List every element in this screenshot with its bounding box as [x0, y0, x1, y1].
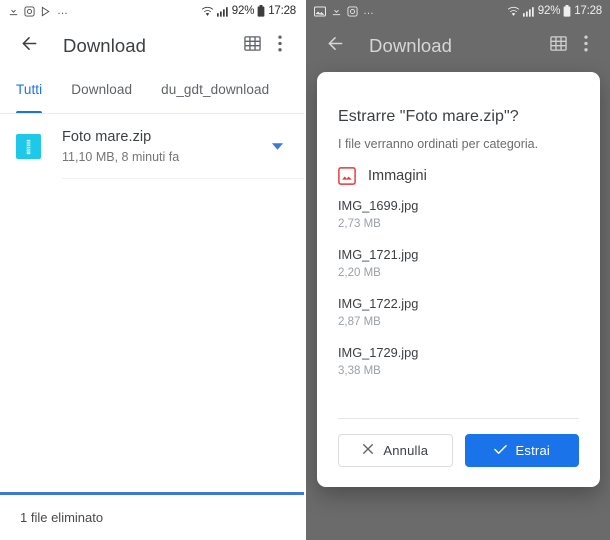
bottom-status-area: 1 file eliminato	[0, 492, 304, 540]
wifi-icon	[507, 6, 520, 17]
page-title: Download	[63, 35, 147, 56]
list-item: IMG_1722.jpg 2,87 MB	[338, 295, 579, 330]
clock-label: 17:28	[268, 5, 296, 17]
overflow-menu-button[interactable]	[268, 30, 292, 62]
status-overflow-dots: …	[57, 5, 69, 17]
tab-download[interactable]: Download	[71, 70, 132, 114]
tab-label: du_gdt_download	[161, 82, 270, 97]
dialog-actions: Annulla Estrai	[317, 419, 600, 487]
more-vert-icon	[278, 35, 282, 57]
category-header: Immagini	[338, 167, 600, 185]
grid-view-button[interactable]	[236, 30, 268, 62]
file-name: IMG_1721.jpg	[338, 247, 419, 262]
more-vert-icon	[584, 35, 588, 57]
list-divider	[62, 178, 304, 179]
camera-icon	[24, 5, 35, 17]
status-bar-notification-icons: …	[8, 5, 69, 17]
list-item: IMG_1729.jpg 3,38 MB	[338, 344, 579, 379]
page-title: Download	[369, 35, 453, 56]
arrow-back-icon	[19, 33, 40, 59]
check-icon	[493, 443, 507, 458]
overflow-menu-button[interactable]	[574, 30, 598, 62]
right-screen: … 92% 17:28 Download Estrarre "Foto mare…	[306, 0, 610, 540]
grid-view-button[interactable]	[542, 30, 574, 62]
left-status-bar: … 92% 17:28	[0, 0, 304, 22]
tab-bar: Tutti Download du_gdt_download	[0, 70, 304, 114]
back-button[interactable]	[14, 31, 44, 61]
status-bar-notification-icons: …	[314, 5, 375, 17]
download-icon	[331, 5, 342, 17]
camera-icon	[347, 5, 358, 17]
file-size: 2,87 MB	[338, 316, 381, 328]
download-icon	[8, 5, 19, 17]
cancel-button-label: Annulla	[383, 443, 429, 458]
tab-tutti[interactable]: Tutti	[16, 70, 43, 114]
file-name: IMG_1729.jpg	[338, 345, 419, 360]
battery-percent-label: 92%	[231, 5, 255, 17]
file-size: 2,73 MB	[338, 218, 381, 230]
dialog-title: Estrarre "Foto mare.zip"?	[338, 108, 519, 125]
battery-icon	[563, 5, 571, 17]
file-name: IMG_1699.jpg	[338, 198, 419, 213]
wifi-icon	[201, 6, 214, 17]
back-button[interactable]	[320, 31, 350, 61]
tab-du-gdt-download[interactable]: du_gdt_download	[161, 70, 269, 114]
tab-label: Download	[71, 82, 133, 97]
battery-icon	[257, 5, 265, 17]
signal-icon	[522, 6, 535, 17]
close-icon	[362, 443, 374, 458]
status-message: 1 file eliminato	[20, 510, 104, 525]
file-name: Foto mare.zip	[62, 129, 152, 145]
left-screen: … 92% 17:28 Download Tutti Download du_g…	[0, 0, 304, 540]
chevron-down-icon	[271, 138, 284, 156]
category-label: Immagini	[368, 168, 427, 184]
arrow-back-icon	[325, 33, 346, 59]
file-size: 2,20 MB	[338, 267, 381, 279]
extract-dialog: Estrarre "Foto mare.zip"? I file verrann…	[317, 72, 600, 487]
cancel-button[interactable]: Annulla	[338, 434, 453, 467]
file-name: IMG_1722.jpg	[338, 296, 419, 311]
tab-label: Tutti	[16, 82, 43, 97]
file-menu-button[interactable]	[264, 134, 290, 160]
file-subtitle: 11,10 MB, 8 minuti fa	[62, 150, 180, 164]
list-item: IMG_1721.jpg 2,20 MB	[338, 246, 579, 281]
zip-file-icon	[16, 134, 41, 159]
dialog-subtitle: I file verranno ordinati per categoria.	[338, 137, 539, 151]
image-icon	[314, 6, 326, 17]
left-toolbar: Download	[0, 22, 304, 70]
right-toolbar: Download	[306, 22, 610, 70]
file-info: Foto mare.zip 11,10 MB, 8 minuti fa	[62, 128, 264, 165]
status-bar-system-icons: 92% 17:28	[507, 5, 602, 17]
list-item[interactable]: Foto mare.zip 11,10 MB, 8 minuti fa	[0, 114, 304, 179]
status-bar-system-icons: 92% 17:28	[201, 5, 296, 17]
right-status-bar: … 92% 17:28	[306, 0, 610, 22]
play-icon	[40, 6, 52, 17]
extract-file-list: IMG_1699.jpg 2,73 MB IMG_1721.jpg 2,20 M…	[317, 197, 600, 418]
extract-button-label: Estrai	[515, 443, 550, 458]
extract-button[interactable]: Estrai	[464, 434, 579, 467]
grid-view-icon	[549, 35, 567, 57]
image-category-icon	[338, 167, 356, 185]
signal-icon	[216, 6, 229, 17]
grid-view-icon	[243, 35, 261, 57]
list-item: IMG_1699.jpg 2,73 MB	[338, 197, 579, 232]
clock-label: 17:28	[574, 5, 602, 17]
status-overflow-dots: …	[363, 5, 375, 17]
dual-screenshot-container: … 92% 17:28 Download Tutti Download du_g…	[0, 0, 610, 540]
battery-percent-label: 92%	[537, 5, 561, 17]
file-size: 3,38 MB	[338, 365, 381, 377]
